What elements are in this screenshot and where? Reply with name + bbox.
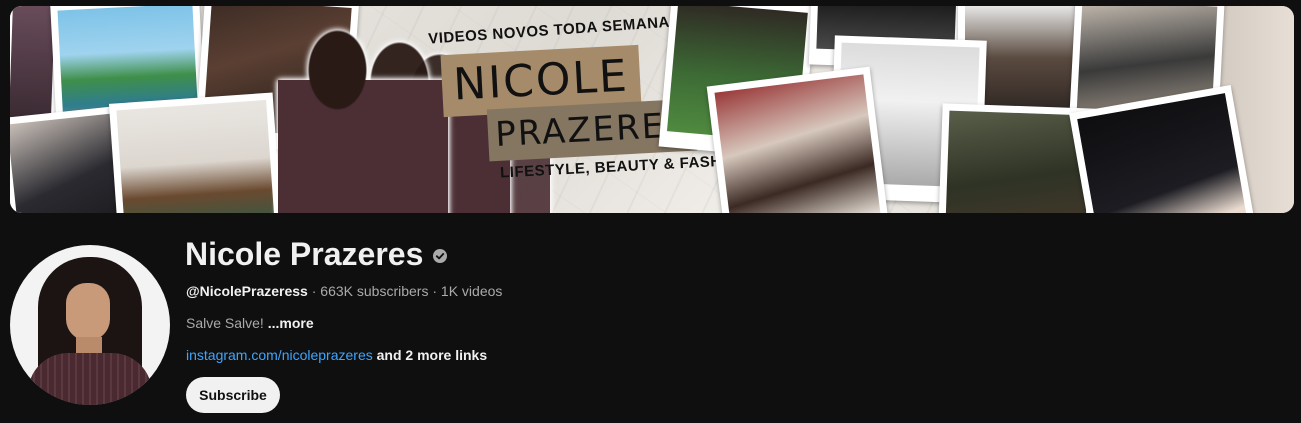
verified-check-icon[interactable] xyxy=(433,248,448,263)
banner-photo xyxy=(108,92,284,213)
channel-title: Nicole Prazeres xyxy=(185,236,448,273)
avatar-face xyxy=(66,283,110,341)
channel-avatar[interactable] xyxy=(10,245,170,405)
channel-name: Nicole Prazeres xyxy=(185,236,424,272)
channel-description[interactable]: Salve Salve! ...more xyxy=(186,315,314,331)
subscribe-button[interactable]: Subscribe xyxy=(186,377,280,413)
meta-separator: · xyxy=(311,283,317,299)
subscriber-count: 663K subscribers xyxy=(320,283,429,299)
description-more-button[interactable]: ...more xyxy=(268,315,314,331)
banner-photo xyxy=(706,66,890,213)
instagram-link[interactable]: instagram.com/nicoleprazeres xyxy=(186,347,373,363)
channel-handle: @NicolePrazeress xyxy=(186,283,308,299)
channel-banner: VIDEOS NOVOS TODA SEMANA! NICOLE PRAZERE… xyxy=(10,6,1294,213)
channel-links: instagram.com/nicoleprazeres and 2 more … xyxy=(186,347,487,363)
avatar-shirt xyxy=(28,353,152,405)
more-links-button[interactable]: and 2 more links xyxy=(377,347,487,363)
channel-meta: @NicolePrazeress · 663K subscribers · 1K… xyxy=(186,283,502,299)
meta-separator: · xyxy=(432,283,438,299)
video-count: 1K videos xyxy=(440,283,503,299)
banner-portrait-cutout xyxy=(278,20,448,213)
description-text: Salve Salve! xyxy=(186,315,264,331)
